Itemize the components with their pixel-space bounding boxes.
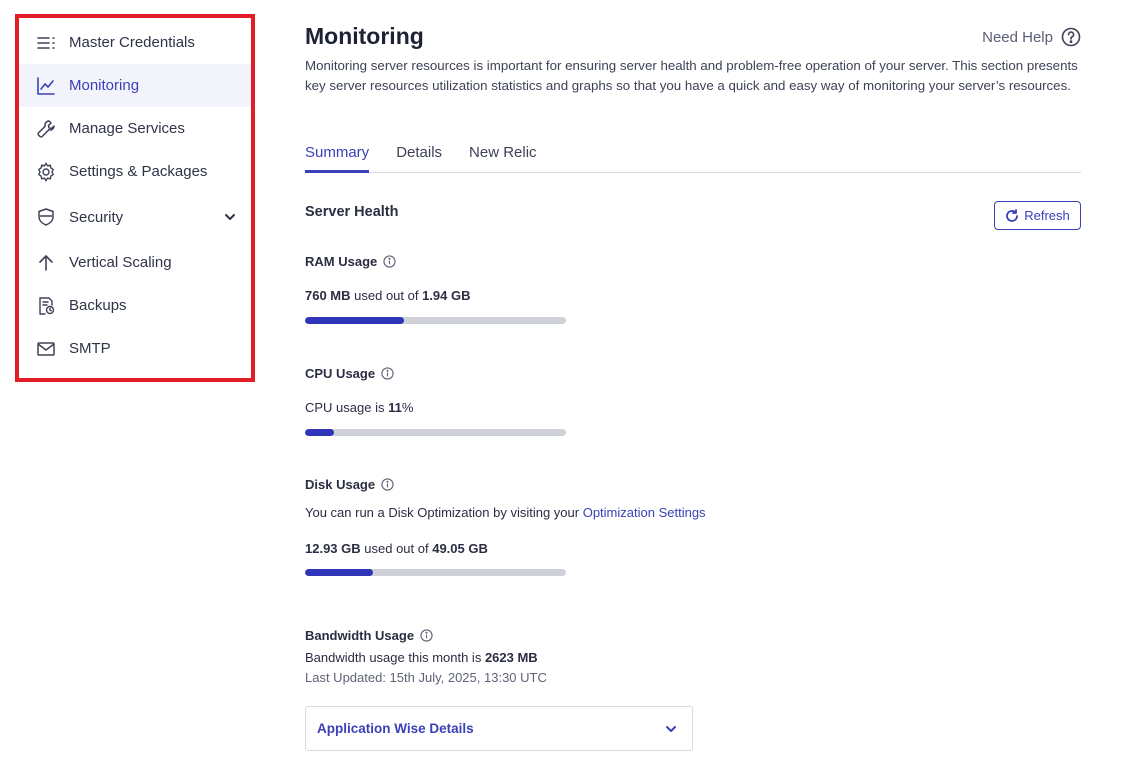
bandwidth-usage-title: Bandwidth Usage — [305, 628, 415, 643]
need-help-link[interactable]: Need Help — [982, 27, 1081, 47]
sidebar-item-security[interactable]: Security — [19, 193, 251, 241]
menu-list-icon — [35, 32, 57, 54]
ram-used: 760 MB — [305, 288, 351, 303]
info-icon[interactable] — [383, 255, 396, 268]
sidebar-item-master-credentials[interactable]: Master Credentials — [19, 21, 251, 64]
sidebar-item-label: Settings & Packages — [69, 163, 208, 180]
need-help-label: Need Help — [982, 28, 1053, 46]
ram-usage-title: RAM Usage — [305, 254, 378, 269]
last-updated-text: Last Updated: 15th July, 2025, 13:30 UTC — [305, 670, 547, 685]
ram-progress-fill — [305, 317, 405, 324]
sidebar-item-label: Manage Services — [69, 120, 185, 137]
ram-total: 1.94 GB — [422, 288, 471, 303]
disk-usage-title: Disk Usage — [305, 477, 376, 492]
sidebar-item-label: Backups — [69, 297, 127, 314]
sidebar-item-manage-services[interactable]: Manage Services — [19, 107, 251, 150]
bandwidth-usage-text: Bandwidth usage this month is 2623 MB — [305, 650, 538, 665]
cpu-suffix: % — [401, 400, 414, 415]
disk-usage-text: 12.93 GB used out of 49.05 GB — [305, 541, 488, 556]
disk-usage-label: Disk Usage — [305, 477, 394, 492]
info-icon[interactable] — [381, 478, 394, 491]
bandwidth-value: 2623 MB — [484, 650, 538, 665]
intro-text: Monitoring server resources is important… — [305, 58, 1078, 93]
info-icon[interactable] — [420, 629, 433, 642]
disk-mid: used out of — [360, 541, 433, 556]
refresh-label: Refresh — [1024, 208, 1070, 223]
cpu-usage-label: CPU Usage — [305, 366, 394, 381]
gear-icon — [35, 161, 57, 183]
accordion-label: Application Wise Details — [317, 721, 474, 736]
page-title: Monitoring — [305, 23, 424, 49]
disk-progress-fill — [305, 569, 373, 576]
refresh-icon — [1006, 208, 1019, 222]
sidebar-item-vertical-scaling[interactable]: Vertical Scaling — [19, 241, 251, 284]
refresh-button[interactable]: Refresh — [994, 201, 1081, 230]
ram-progress-bar — [305, 317, 566, 324]
sidebar-item-smtp[interactable]: SMTP — [19, 327, 251, 370]
sidebar-item-label: Security — [69, 208, 124, 226]
cpu-usage-text: CPU usage is 11% — [305, 400, 413, 415]
question-circle-icon — [1061, 27, 1081, 47]
shield-icon — [35, 206, 57, 228]
arrow-up-icon — [35, 252, 57, 274]
disk-progress-bar — [305, 569, 566, 576]
tab-new-relic[interactable]: New Relic — [469, 144, 537, 173]
info-icon[interactable] — [381, 367, 394, 380]
disk-hint-prefix: You can run a Disk Optimization by visit… — [305, 505, 583, 520]
disk-hint-text: You can run a Disk Optimization by visit… — [305, 505, 706, 520]
chevron-down-icon[interactable] — [223, 210, 237, 224]
application-wise-details-accordion[interactable]: Application Wise Details — [305, 706, 693, 751]
cpu-progress-bar — [305, 429, 566, 436]
disk-total: 49.05 GB — [432, 541, 488, 556]
cpu-usage-title: CPU Usage — [305, 366, 376, 381]
server-health-title: Server Health — [305, 204, 399, 220]
sidebar-item-backups[interactable]: Backups — [19, 284, 251, 327]
tab-bar: Summary Details New Relic — [305, 144, 1081, 173]
ram-mid: used out of — [350, 288, 423, 303]
backup-icon — [35, 295, 57, 317]
bandwidth-usage-label: Bandwidth Usage — [305, 628, 433, 643]
tab-details[interactable]: Details — [396, 144, 442, 173]
wrench-icon — [35, 118, 57, 140]
sidebar-item-label: Master Credentials — [69, 34, 195, 51]
tab-summary[interactable]: Summary — [305, 144, 370, 173]
mail-icon — [35, 338, 57, 360]
optimization-settings-link[interactable]: Optimization Settings — [583, 505, 706, 520]
ram-usage-label: RAM Usage — [305, 254, 396, 269]
bandwidth-prefix: Bandwidth usage this month is — [305, 650, 485, 665]
ram-usage-text: 760 MB used out of 1.94 GB — [305, 288, 471, 303]
disk-used: 12.93 GB — [305, 541, 361, 556]
cpu-progress-fill — [305, 429, 334, 436]
sidebar-item-label: Vertical Scaling — [69, 254, 172, 271]
sidebar-nav: Master Credentials Monitoring Manage Ser… — [15, 14, 255, 382]
sidebar-item-monitoring[interactable]: Monitoring — [19, 64, 251, 107]
cpu-value: 11 — [388, 400, 402, 415]
sidebar-item-settings-packages[interactable]: Settings & Packages — [19, 150, 251, 193]
chevron-down-icon — [666, 726, 676, 732]
cpu-prefix: CPU usage is — [305, 400, 389, 415]
sidebar-item-label: SMTP — [69, 340, 111, 357]
chart-line-icon — [35, 75, 57, 97]
sidebar-item-label: Monitoring — [69, 77, 140, 94]
